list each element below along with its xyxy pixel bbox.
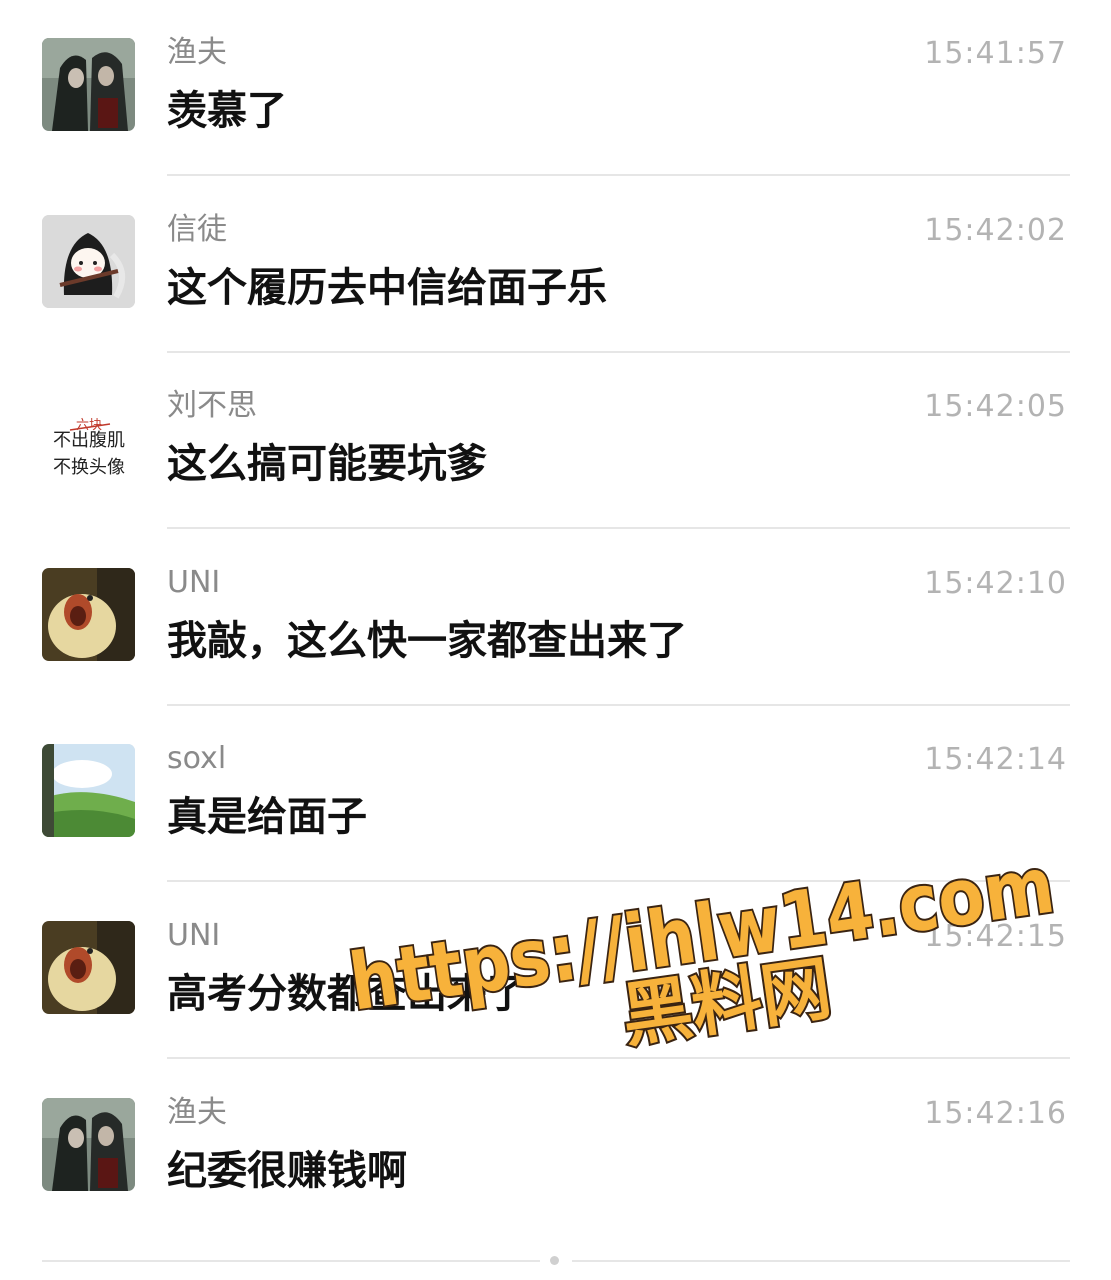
text-avatar-icon[interactable]: 六块 不出腹肌 不换头像 [42,391,135,484]
sender-name: 渔夫 [167,1095,227,1130]
sender-name: 信徒 [167,212,227,247]
reaper-chibi-icon[interactable] [42,215,135,308]
message-text: 这么搞可能要坑爹 [167,441,487,487]
message-text: 真是给面子 [167,794,367,840]
message-row[interactable]: soxl 15:42:14 真是给面子 [0,706,1111,882]
svg-text:不换头像: 不换头像 [53,457,125,478]
scroll-indicator [550,1256,559,1265]
sender-name: 刘不思 [167,388,257,423]
message-text: 纪委很赚钱啊 [167,1148,407,1194]
message-text: 高考分数都查出来了 [167,971,527,1017]
message-timestamp: 15:42:16 [924,1096,1067,1131]
bottom-divider [42,1260,540,1262]
message-timestamp: 15:42:10 [924,566,1067,601]
anime-duo-icon[interactable] [42,1098,135,1191]
message-row[interactable]: 渔夫 15:41:57 羡慕了 [0,0,1111,176]
message-row[interactable]: UNI 15:42:10 我敲，这么快一家都查出来了 [0,530,1111,706]
sender-name: 渔夫 [167,35,227,70]
message-row[interactable]: 渔夫 15:42:16 纪委很赚钱啊 [0,1060,1111,1236]
message-text: 这个履历去中信给面子乐 [167,265,607,311]
message-timestamp: 15:42:15 [924,919,1067,954]
chat-message-list: 渔夫 15:41:57 羡慕了 信徒 15:42:02 这个履历去中信给面子乐 [0,0,1111,1280]
message-row[interactable]: UNI 15:42:15 高考分数都查出来了 [0,883,1111,1059]
sender-name: UNI [167,565,221,600]
message-timestamp: 15:41:57 [924,36,1067,71]
anime-duo-icon[interactable] [42,38,135,131]
message-text: 我敲，这么快一家都查出来了 [167,618,687,664]
divider [167,174,1070,176]
sender-name: UNI [167,918,221,953]
dog-photo-icon[interactable] [42,568,135,661]
divider [167,1057,1070,1059]
message-row[interactable]: 六块 不出腹肌 不换头像 刘不思 15:42:05 这么搞可能要坑爹 [0,353,1111,529]
dog-photo-icon[interactable] [42,921,135,1014]
divider [167,880,1070,882]
divider [167,527,1070,529]
message-timestamp: 15:42:05 [924,389,1067,424]
message-text: 羡慕了 [167,88,287,134]
svg-text:不出腹肌: 不出腹肌 [53,430,125,451]
bottom-divider [572,1260,1070,1262]
message-timestamp: 15:42:02 [924,213,1067,248]
message-row[interactable]: 信徒 15:42:02 这个履历去中信给面子乐 [0,177,1111,353]
mountain-photo-icon[interactable] [42,744,135,837]
sender-name: soxl [167,741,227,776]
message-timestamp: 15:42:14 [924,742,1067,777]
